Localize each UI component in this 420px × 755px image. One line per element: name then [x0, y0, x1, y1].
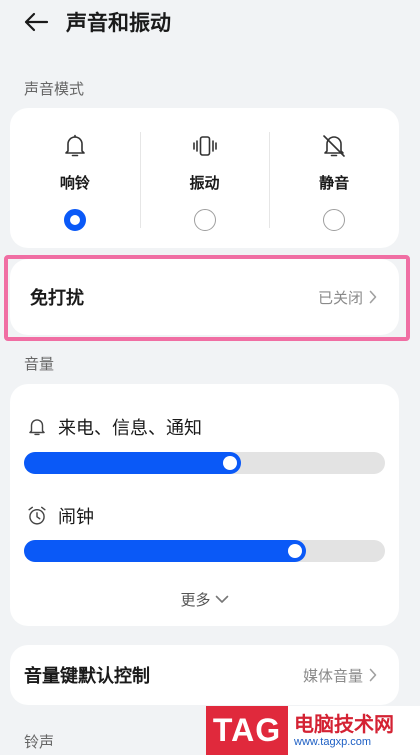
do-not-disturb-status: 已关闭	[317, 288, 363, 307]
volume-slider-notifications[interactable]	[24, 452, 385, 474]
volume-slider-alarm-fill	[24, 540, 306, 562]
bell-icon	[29, 419, 45, 436]
sound-mode-ring-label: 响铃	[59, 174, 90, 192]
volume-slider-alarm-knob[interactable]	[288, 544, 302, 558]
sound-mode-vibrate-label: 振动	[189, 174, 220, 192]
volume-keys-title: 音量键默认控制	[24, 666, 150, 687]
volume-keys-row[interactable]: 音量键默认控制 媒体音量	[10, 645, 399, 705]
section-label-volume: 音量	[24, 355, 55, 373]
do-not-disturb-row[interactable]: 免打扰 已关闭	[10, 259, 399, 335]
vibrate-icon	[192, 136, 217, 156]
sound-mode-ring-radio[interactable]	[63, 209, 86, 231]
sound-mode-silent-label: 静音	[319, 174, 350, 192]
chevron-down-icon	[215, 595, 228, 603]
alarm-clock-icon	[28, 506, 46, 525]
page-title: 声音和振动	[66, 11, 171, 35]
chevron-right-icon	[369, 668, 377, 682]
watermark-url: www.tagxp.com	[294, 735, 372, 748]
sound-mode-silent-radio[interactable]	[323, 209, 346, 231]
chevron-right-icon	[369, 290, 377, 304]
volume-item-alarm-label: 闹钟	[58, 507, 94, 528]
section-label-sound-mode: 声音模式	[24, 80, 85, 98]
volume-item-notifications: 来电、信息、通知	[26, 414, 202, 440]
volume-keys-value-group: 媒体音量	[303, 665, 377, 686]
do-not-disturb-title: 免打扰	[30, 288, 84, 309]
volume-keys-value: 媒体音量	[302, 666, 363, 685]
more-button[interactable]: 更多	[10, 589, 399, 610]
bell-icon	[65, 134, 85, 157]
sound-mode-ring[interactable]: 响铃	[10, 108, 140, 248]
watermark-tag: TAG	[206, 706, 288, 755]
volume-slider-notifications-fill	[24, 452, 241, 474]
volume-slider-notifications-knob[interactable]	[223, 456, 237, 470]
header: 声音和振动	[0, 0, 420, 44]
volume-slider-alarm[interactable]	[24, 540, 385, 562]
sound-mode-card: 响铃 振动 静音	[10, 108, 399, 248]
watermark-text: 电脑技术网 www.tagxp.com	[288, 706, 420, 755]
more-button-label: 更多	[180, 591, 211, 609]
bell-off-icon	[323, 135, 345, 157]
volume-item-alarm: 闹钟	[26, 503, 94, 529]
volume-item-notifications-label: 来电、信息、通知	[58, 418, 202, 439]
watermark: TAG 电脑技术网 www.tagxp.com	[206, 706, 420, 755]
watermark-site: 电脑技术网	[294, 711, 394, 736]
volume-card: 来电、信息、通知 闹钟 更多	[10, 384, 399, 626]
arrow-left-icon	[24, 12, 49, 32]
sound-mode-vibrate-radio[interactable]	[193, 209, 216, 231]
section-label-ringtone: 铃声	[24, 733, 55, 751]
back-button[interactable]	[12, 0, 60, 44]
sound-mode-silent[interactable]: 静音	[269, 108, 399, 248]
sound-mode-vibrate[interactable]: 振动	[139, 108, 270, 248]
do-not-disturb-status-group: 已关闭	[318, 287, 377, 308]
